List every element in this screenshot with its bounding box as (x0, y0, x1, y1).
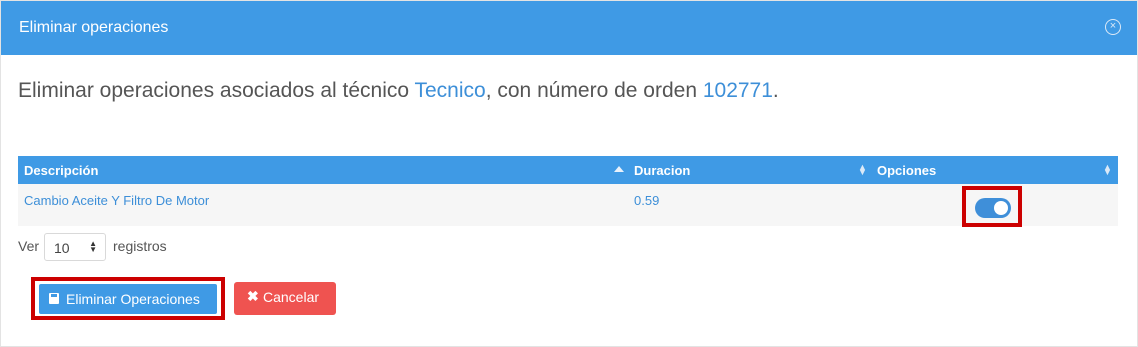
column-header-duracion[interactable]: Duracion (634, 163, 690, 178)
toggle-knob (994, 201, 1008, 215)
technician-link: Tecnico (414, 79, 486, 102)
pager-suffix: registros (113, 238, 167, 254)
page-size-select[interactable]: 10 ▲ ▼ (44, 233, 106, 261)
delete-operations-button[interactable]: Eliminar Operaciones (39, 284, 217, 314)
save-icon (49, 293, 59, 304)
sort-icon[interactable]: ▲ ▼ (1103, 163, 1112, 177)
intro-prefix: Eliminar operaciones asociados al técnic… (18, 79, 415, 102)
close-icon[interactable]: × (1105, 19, 1121, 35)
pager-prefix: Ver (18, 238, 40, 254)
sort-asc-icon[interactable] (614, 166, 624, 172)
delete-operations-label: Eliminar Operaciones (66, 291, 200, 307)
close-icon: ✖ (247, 288, 259, 304)
intro-text: Eliminar operaciones asociados al técnic… (18, 79, 779, 103)
sort-icon[interactable]: ▲ ▼ (858, 163, 867, 177)
operations-table: Descripción Duracion ▲ ▼ Opciones ▲ ▼ Camb… (18, 156, 1118, 226)
column-header-opciones[interactable]: Opciones (877, 163, 936, 178)
modal-title: Eliminar operaciones (19, 19, 169, 36)
modal-header: Eliminar operaciones × (1, 1, 1137, 55)
table-header: Descripción Duracion ▲ ▼ Opciones ▲ ▼ (18, 156, 1118, 184)
select-caret-icon: ▲ ▼ (89, 239, 97, 254)
table-row: Cambio Aceite Y Filtro De Motor 0.59 (18, 184, 1118, 226)
cell-descripcion[interactable]: Cambio Aceite Y Filtro De Motor (24, 193, 209, 208)
intro-suffix: . (772, 79, 779, 102)
order-number: 102771 (702, 79, 773, 102)
operation-toggle[interactable] (975, 198, 1011, 218)
page-size-value: 10 (54, 240, 70, 256)
intro-middle: , con número de orden (485, 79, 703, 102)
cell-duracion: 0.59 (634, 193, 660, 208)
cancel-button[interactable]: ✖ Cancelar (234, 282, 336, 315)
cancel-label: Cancelar (263, 289, 320, 305)
column-header-descripcion[interactable]: Descripción (24, 163, 98, 178)
